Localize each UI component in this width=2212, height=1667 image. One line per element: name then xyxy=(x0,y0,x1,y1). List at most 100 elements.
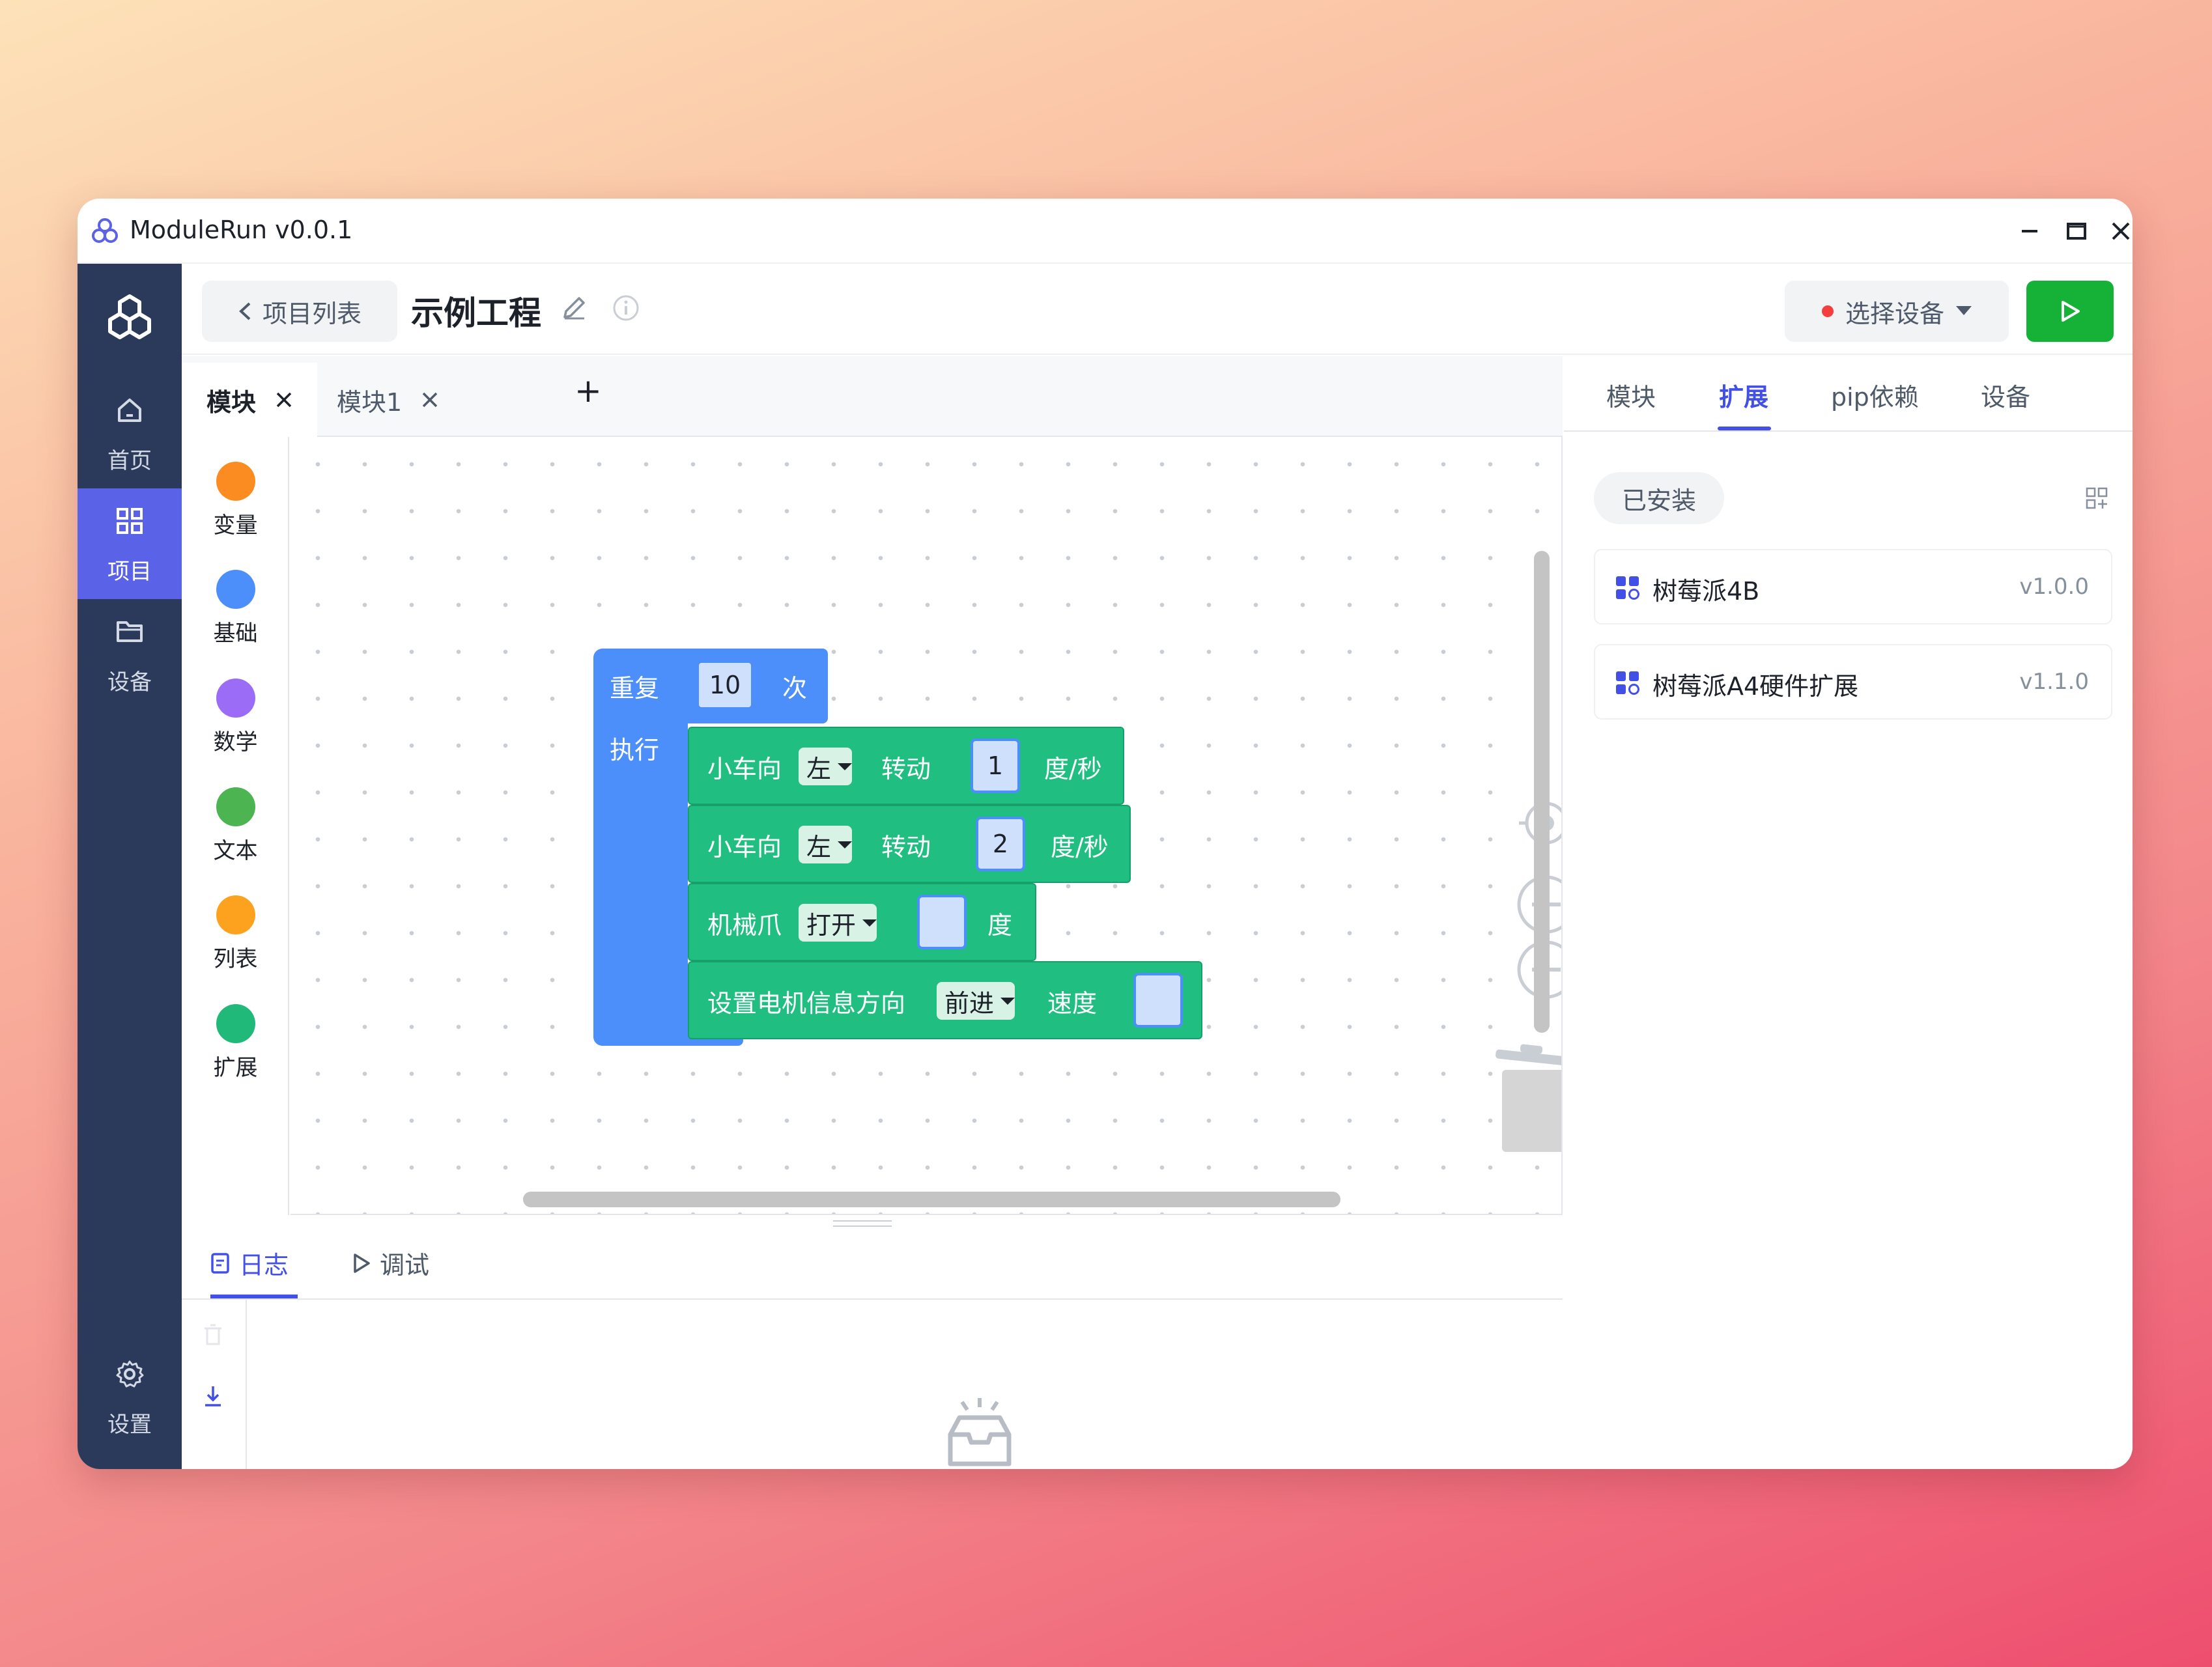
block-toolbox: 变量 基础 数学 文本 列表 扩展 xyxy=(182,437,289,1215)
claw-prefix: 机械爪 xyxy=(707,911,782,940)
motor-block[interactable]: 设置电机信息方向 前进 速度 xyxy=(688,961,1202,1039)
tab-pip[interactable]: pip依赖 xyxy=(1831,377,1919,413)
turn-action: 转动 xyxy=(881,833,931,862)
claw-state-value: 打开 xyxy=(806,910,857,940)
delete-icon[interactable] xyxy=(203,1323,223,1347)
direction-dropdown[interactable]: 左 xyxy=(799,748,853,785)
extension-item[interactable]: 树莓派4B v1.0.0 xyxy=(1594,549,2112,624)
tab-module1[interactable]: 模块1 xyxy=(312,363,463,437)
category-basic[interactable]: 基础 xyxy=(182,545,289,649)
category-lists[interactable]: 列表 xyxy=(182,871,289,975)
back-to-projects-button[interactable]: 项目列表 xyxy=(202,281,397,342)
play-outline-icon xyxy=(354,1253,370,1273)
nav-item-label: 设备 xyxy=(107,669,152,695)
turn-unit: 度/秒 xyxy=(1051,833,1109,862)
direction-value: 左 xyxy=(806,832,832,862)
category-math[interactable]: 数学 xyxy=(182,654,289,758)
dropdown-caret-icon xyxy=(838,763,853,770)
tab-extensions[interactable]: 扩展 xyxy=(1719,377,1768,413)
tab-log[interactable]: 日志 xyxy=(210,1245,289,1281)
turn-action: 转动 xyxy=(881,755,931,783)
tab-debug[interactable]: 调试 xyxy=(352,1245,429,1281)
block-workspace[interactable]: 重复 10 次 执行 小车向 左 转动 1 度/秒 小车向 左 转动 2 度/秒 xyxy=(291,437,1563,1215)
repeat-do-label: 执行 xyxy=(610,736,660,764)
horizontal-scrollbar[interactable] xyxy=(523,1192,1340,1207)
extension-version: v1.0.0 xyxy=(2019,574,2089,600)
close-button[interactable] xyxy=(2103,213,2133,249)
right-panel: 模块 扩展 pip依赖 设备 已安装 树莓派4B v1.0.0 树莓派A4硬件扩… xyxy=(1564,356,2133,1469)
extension-item[interactable]: 树莓派A4硬件扩展 v1.1.0 xyxy=(1594,644,2112,720)
category-extensions[interactable]: 扩展 xyxy=(182,979,289,1084)
category-text[interactable]: 文本 xyxy=(182,763,289,867)
close-tab-icon[interactable] xyxy=(421,391,438,408)
vertical-scrollbar[interactable] xyxy=(1534,551,1550,1033)
nav-item-projects[interactable]: 项目 xyxy=(78,488,182,599)
gear-icon xyxy=(116,1360,144,1388)
category-dot xyxy=(216,570,255,609)
maximize-button[interactable] xyxy=(2058,213,2095,249)
add-tab-button[interactable]: + xyxy=(574,372,602,410)
chevron-left-icon xyxy=(239,302,251,320)
dropdown-caret-icon xyxy=(838,841,853,848)
download-icon[interactable] xyxy=(203,1384,223,1408)
claw-state-dropdown[interactable]: 打开 xyxy=(799,904,877,942)
extension-name: 树莓派A4硬件扩展 xyxy=(1652,672,1859,701)
turn-speed-input[interactable]: 1 xyxy=(971,738,1020,793)
extension-name: 树莓派4B xyxy=(1652,577,1760,606)
repeat-block-body: 执行 xyxy=(593,723,688,1046)
tab-devices[interactable]: 设备 xyxy=(1981,377,2030,413)
project-title: 示例工程 xyxy=(411,294,541,332)
category-variables[interactable]: 变量 xyxy=(182,437,289,541)
repeat-count-input[interactable]: 10 xyxy=(696,660,754,710)
tab-log-label: 日志 xyxy=(239,1251,289,1280)
trash-icon[interactable] xyxy=(1489,1043,1563,1153)
tab-modules[interactable]: 模块 xyxy=(1606,377,1656,413)
claw-angle-input[interactable] xyxy=(917,895,967,949)
nav-item-home[interactable]: 首页 xyxy=(78,378,182,488)
motor-direction-value: 前进 xyxy=(944,988,995,1018)
tab-label: 模块 xyxy=(206,387,257,417)
nav-item-devices[interactable]: 设备 xyxy=(78,599,182,710)
repeat-block[interactable]: 重复 10 次 xyxy=(593,649,828,723)
motor-speed-input[interactable] xyxy=(1133,973,1183,1028)
edit-icon[interactable] xyxy=(560,294,588,322)
motor-prefix: 设置电机信息方向 xyxy=(707,989,906,1018)
info-icon[interactable] xyxy=(612,294,640,322)
right-panel-tabs: 模块 扩展 pip依赖 设备 xyxy=(1564,356,2133,432)
car-turn-block[interactable]: 小车向 左 转动 2 度/秒 xyxy=(688,805,1131,883)
dropdown-caret-icon xyxy=(1000,997,1015,1005)
close-tab-icon[interactable] xyxy=(276,391,292,408)
category-dot xyxy=(216,462,255,501)
run-button[interactable] xyxy=(2026,281,2114,342)
back-button-label: 项目列表 xyxy=(262,299,362,328)
nav-item-label: 项目 xyxy=(107,559,152,585)
caret-down-icon xyxy=(1956,306,1972,315)
claw-block[interactable]: 机械爪 打开 度 xyxy=(688,883,1036,961)
brand-logo-icon xyxy=(108,294,151,339)
app-window: ModuleRun v0.0.1 首页 项目 设备 设置 项目列表 示例工程 选… xyxy=(78,199,2133,1469)
status-dot xyxy=(1821,305,1834,317)
extension-icon xyxy=(1616,671,1639,695)
category-label: 变量 xyxy=(213,512,258,539)
motor-speed-label: 速度 xyxy=(1047,989,1098,1018)
installed-filter-chip[interactable]: 已安装 xyxy=(1594,472,1724,524)
minimize-button[interactable] xyxy=(2011,213,2048,249)
grid-icon xyxy=(117,508,143,534)
device-select[interactable]: 选择设备 xyxy=(1785,281,2009,342)
active-tab-indicator xyxy=(210,1295,298,1298)
motor-direction-dropdown[interactable]: 前进 xyxy=(937,982,1015,1020)
add-extension-icon[interactable] xyxy=(2085,486,2108,510)
minimize-icon xyxy=(2022,230,2037,232)
direction-dropdown[interactable]: 左 xyxy=(799,826,853,863)
device-select-label: 选择设备 xyxy=(1845,299,1944,328)
repeat-suffix: 次 xyxy=(782,674,808,703)
turn-speed-input[interactable]: 2 xyxy=(976,817,1025,871)
car-turn-block[interactable]: 小车向 左 转动 1 度/秒 xyxy=(688,727,1124,805)
tab-module[interactable]: 模块 xyxy=(182,363,318,437)
log-tabs: 日志 调试 xyxy=(182,1216,1563,1300)
category-label: 数学 xyxy=(213,729,258,755)
nav-item-settings[interactable]: 设置 xyxy=(78,1341,182,1452)
empty-inbox-icon xyxy=(948,1398,1012,1466)
direction-value: 左 xyxy=(806,754,832,783)
category-dot xyxy=(216,787,255,826)
